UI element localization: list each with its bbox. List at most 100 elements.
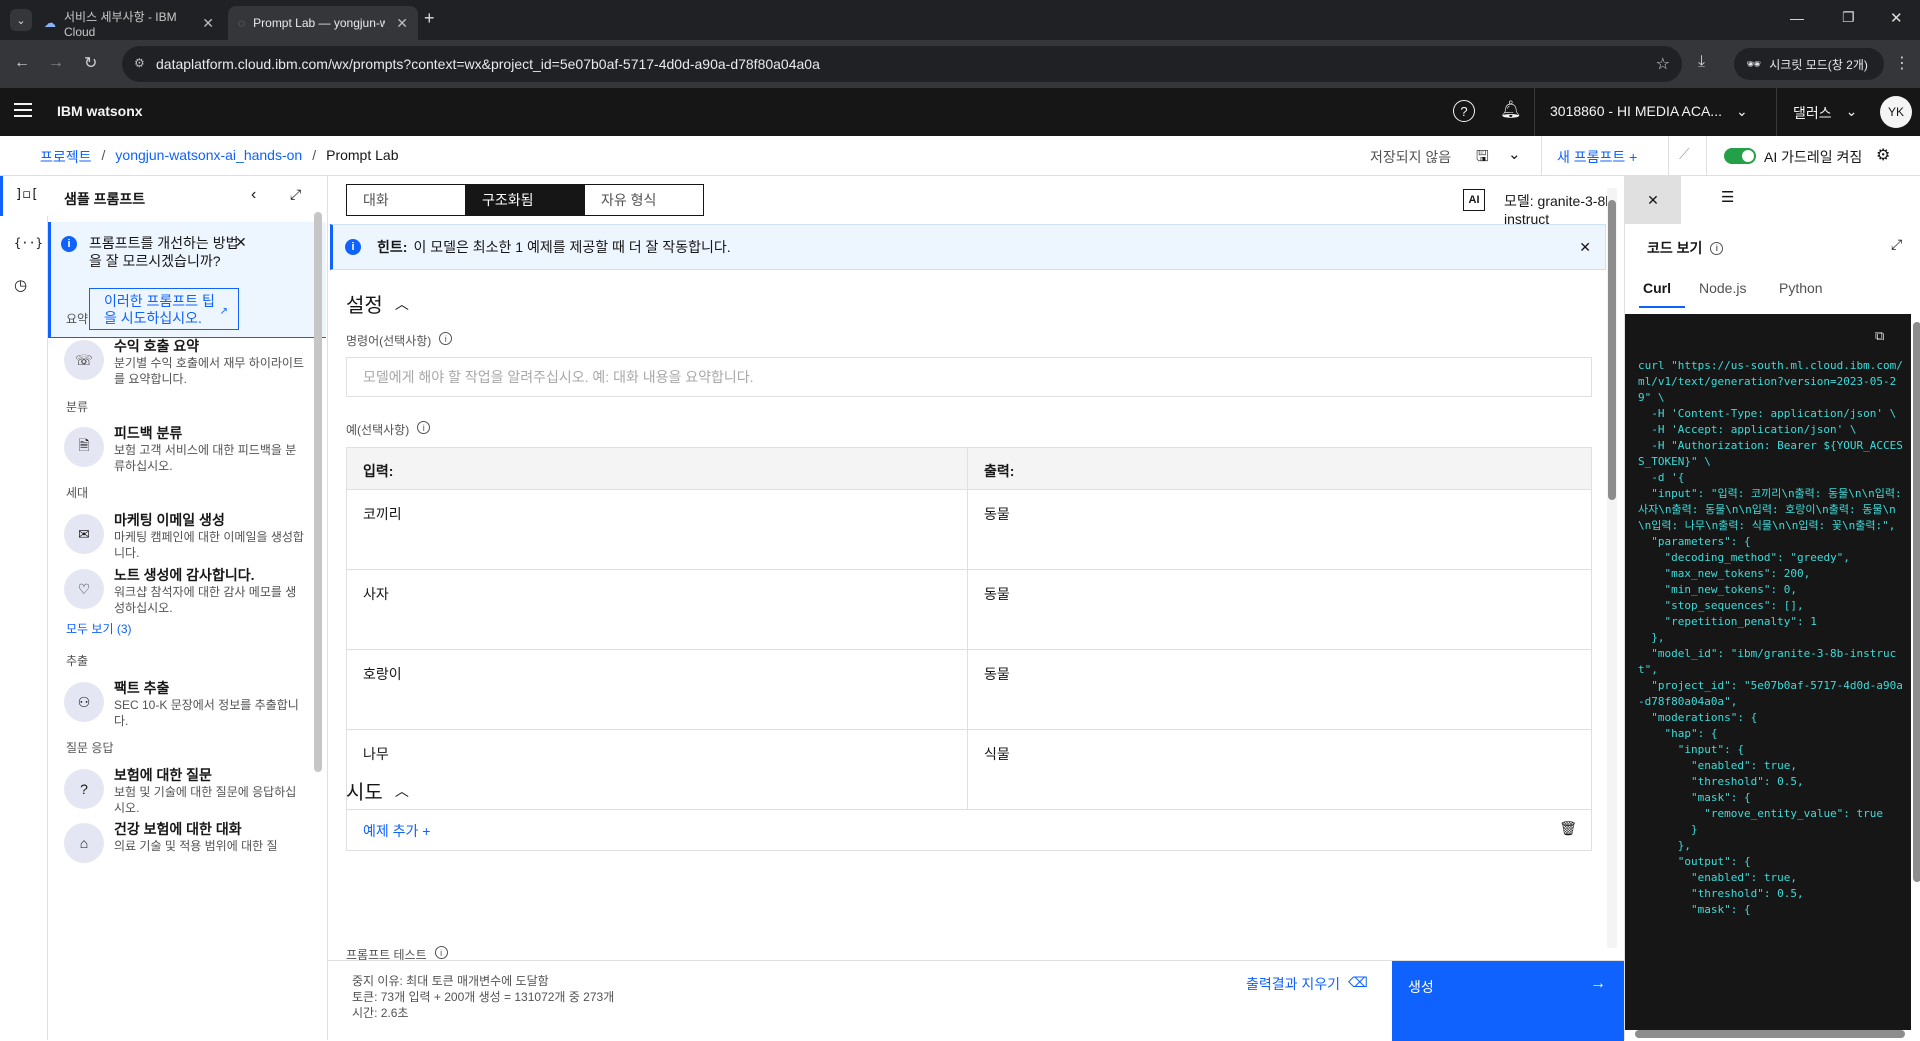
copy-icon[interactable]: ⧉ (1875, 328, 1884, 344)
clear-output-button[interactable]: 출력결과 지우기 ⌫ (1246, 974, 1368, 994)
expand-icon[interactable]: ⤢ (1891, 236, 1902, 253)
sample-item[interactable]: ⌂ 건강 보험에 대한 대화 의료 기술 및 적용 범위에 대한 질 (64, 819, 304, 879)
forward-icon[interactable]: → (48, 54, 64, 72)
network-icon: ⚇ (64, 682, 104, 722)
download-icon[interactable]: ⤓ (1698, 53, 1705, 71)
close-icon[interactable]: ✕ (235, 234, 247, 251)
guardrail-toggle[interactable] (1724, 148, 1756, 164)
help-icon[interactable]: ? (1453, 100, 1475, 122)
browser-address-bar: ← → ↻ ⚙ dataplatform.cloud.ibm.com/wx/pr… (0, 40, 1920, 88)
incognito-badge[interactable]: 🕶 시크릿 모드(창 2개) (1734, 48, 1884, 80)
notification-bell-icon[interactable]: 🔔︎ (1500, 100, 1522, 120)
chart-icon[interactable]: ⟋ (1679, 146, 1690, 163)
tab-python[interactable]: Python (1779, 280, 1823, 296)
add-example-button[interactable]: 예제 추가 + (363, 821, 430, 841)
save-icon[interactable]: 🖫 (1476, 146, 1489, 171)
info-icon: i (345, 239, 361, 255)
close-icon[interactable]: ✕ (1625, 176, 1681, 224)
browser-tab-prompt-lab[interactable]: ◌ Prompt Lab — yongjun-watso ✕ (228, 6, 418, 40)
hamburger-menu-icon[interactable] (14, 103, 32, 117)
sample-item[interactable]: ? 보험에 대한 질문 보험 및 기술에 대한 질문에 응답하십시오. (64, 765, 304, 825)
avatar[interactable]: YK (1880, 96, 1912, 128)
example-row: 코끼리 동물 (347, 490, 1591, 570)
sliders-icon[interactable]: ☰ (1721, 188, 1734, 206)
example-output[interactable]: 동물 (968, 490, 1591, 569)
account-switcher[interactable]: 3018860 - HI MEDIA ACA... ⌄ (1550, 103, 1748, 120)
example-input[interactable]: 코끼리 (347, 490, 968, 569)
sample-item[interactable]: ✉ 마케팅 이메일 생성 마케팅 캠페인에 대한 이메일을 생성합니다. (64, 510, 304, 570)
info-icon[interactable]: i (439, 332, 453, 345)
generate-label: 생성 (1408, 979, 1434, 995)
sample-item[interactable]: ☏ 수익 호출 요약 분기별 수익 호출에서 재무 하이라이트를 요약합니다. (64, 336, 304, 396)
trash-icon[interactable]: 🗑 (1559, 820, 1577, 837)
mode-freeform-button[interactable]: 자유 형식 (584, 184, 704, 216)
token-count: 토큰: 73개 입력 + 200개 생성 = 131072개 중 273개 (352, 990, 615, 1004)
url-field[interactable]: ⚙ dataplatform.cloud.ibm.com/wx/prompts?… (122, 46, 1682, 82)
sample-item[interactable]: 🗎 피드백 분류 보험 고객 서비스에 대한 피드백을 분류하십시오. (64, 423, 304, 483)
setup-section-header[interactable]: 설정 ︿ (346, 289, 409, 318)
mode-structured-button[interactable]: 구조화됨 (465, 184, 585, 216)
model-selector[interactable]: 모델: granite-3-8b-instruct (1504, 191, 1624, 227)
code-text[interactable]: curl "https://us-south.ml.cloud.ibm.com/… (1638, 358, 1908, 918)
prompt-editor: 대화 구조화됨 자유 형식 AI 모델: granite-3-8b-instru… (328, 176, 1811, 1041)
sample-desc: SEC 10-K 문장에서 정보를 추출합니다. (114, 698, 299, 728)
generate-button[interactable]: 생성 → (1392, 961, 1624, 1041)
back-icon[interactable]: ← (14, 54, 30, 72)
prompt-tips-label: 이러한 프롬프트 팁을 시도하십시오. (104, 293, 215, 326)
code-horizontal-scrollbar[interactable] (1635, 1030, 1905, 1038)
arrow-right-icon: → (1590, 975, 1606, 992)
restore-icon[interactable]: ❐ (1842, 9, 1855, 26)
code-scrollbar[interactable] (1913, 322, 1920, 882)
example-input[interactable]: 나무 (347, 730, 968, 809)
info-icon[interactable]: i (434, 946, 448, 959)
breadcrumb-current: Prompt Lab (326, 147, 399, 163)
variables-icon[interactable]: {··} (14, 236, 43, 250)
example-input[interactable]: 호랑이 (347, 650, 968, 729)
browser-tab-ibm-cloud[interactable]: ☁ 서비스 세부사항 - IBM Cloud ✕ (34, 6, 224, 40)
product-name[interactable]: IBM watsonx (57, 103, 143, 119)
site-info-icon[interactable]: ⚙ (134, 56, 145, 70)
close-window-icon[interactable]: ✕ (1890, 9, 1903, 27)
new-tab-icon[interactable]: + (424, 8, 435, 29)
instruction-input[interactable]: 모델에게 해야 할 작업을 알려주십시오. 예: 대화 내용을 요약합니다. (346, 357, 1592, 397)
sample-item[interactable]: ⚇ 팩트 추출 SEC 10-K 문장에서 정보를 추출합니다. (64, 678, 304, 738)
settings-gear-icon[interactable]: ⚙ (1876, 145, 1890, 165)
collapse-chevron-icon[interactable]: ‹ (251, 186, 256, 204)
info-icon[interactable]: i (1710, 241, 1724, 255)
close-icon[interactable]: ✕ (1579, 239, 1591, 256)
sample-item[interactable]: ♡ 노트 생성에 감사합니다. 워크샵 참석자에 대한 감사 메모를 생성하십시… (64, 565, 304, 625)
tab-search-icon[interactable]: ⌄ (10, 9, 32, 31)
prompt-tips-button[interactable]: 이러한 프롬프트 팁을 시도하십시오. ↗ (89, 288, 239, 330)
panel-scrollbar[interactable] (314, 212, 322, 772)
browser-menu-icon[interactable]: ⋮ (1894, 53, 1910, 73)
breadcrumb-project[interactable]: yongjun-watsonx-ai_hands-on (115, 147, 302, 167)
editor-scrollbar[interactable] (1607, 188, 1617, 948)
globe-icon: ☁ (44, 16, 56, 30)
doc-question-icon: ? (64, 769, 104, 809)
view-all-link[interactable]: 모두 보기 (3) (66, 620, 132, 637)
bookmark-star-icon[interactable]: ☆ (1656, 54, 1670, 74)
tab-nodejs[interactable]: Node.js (1699, 280, 1746, 296)
reload-icon[interactable]: ↻ (84, 53, 97, 73)
new-prompt-button[interactable]: 새 프롬프트 + (1557, 147, 1637, 167)
example-output[interactable]: 동물 (968, 570, 1591, 649)
info-icon[interactable]: i (417, 421, 431, 434)
example-output[interactable]: 식물 (968, 730, 1591, 809)
sample-desc: 보험 고객 서비스에 대한 피드백을 분류하십시오. (114, 443, 297, 473)
tab-curl[interactable]: Curl (1639, 280, 1685, 308)
example-input[interactable]: 사자 (347, 570, 968, 649)
rail-samples-button[interactable]: ]◻[ (0, 176, 48, 216)
close-tab-icon[interactable]: ✕ (396, 15, 408, 32)
close-tab-icon[interactable]: ✕ (202, 15, 214, 32)
external-link-icon: ↗ (219, 306, 228, 317)
minimize-icon[interactable]: — (1790, 10, 1804, 26)
try-section-header[interactable]: 시도 ︿ (346, 776, 409, 805)
mode-chat-button[interactable]: 대화 (346, 184, 466, 216)
example-output[interactable]: 동물 (968, 650, 1591, 729)
chevron-down-icon[interactable]: ⌄ (1508, 145, 1521, 163)
region-switcher[interactable]: 댈러스 ⌄ (1793, 103, 1857, 123)
expand-icon[interactable]: ⤢ (290, 186, 301, 203)
url-text: dataplatform.cloud.ibm.com/wx/prompts?co… (156, 56, 820, 72)
breadcrumb-projects[interactable]: 프로젝트 (40, 147, 92, 167)
history-icon[interactable]: ◷ (14, 276, 27, 294)
